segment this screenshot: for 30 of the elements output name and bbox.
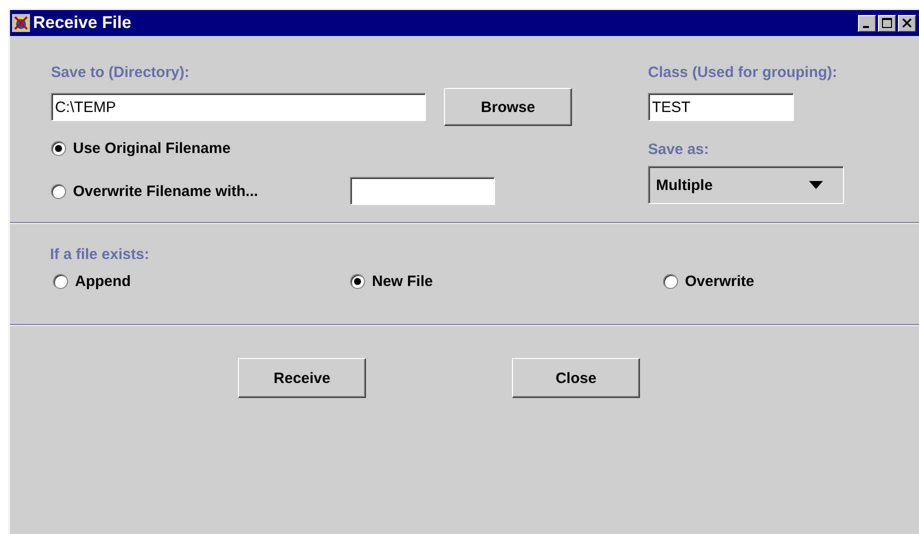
app-icon — [12, 14, 30, 32]
radio-button[interactable] — [51, 140, 66, 156]
radio-button[interactable] — [663, 274, 678, 288]
save-as-dropdown[interactable]: Multiple — [648, 166, 844, 204]
close-button[interactable] — [898, 14, 916, 32]
radio-button[interactable] — [51, 184, 66, 198]
radio-label[interactable]: Overwrite — [685, 272, 754, 290]
class-label: Class (Used for grouping): — [648, 64, 838, 80]
radio-label[interactable]: New File — [372, 272, 433, 290]
minimize-icon — [863, 26, 869, 28]
radio-label[interactable]: Overwrite Filename with... — [73, 182, 332, 200]
radio-label[interactable]: Append — [75, 272, 131, 290]
window-title: Receive File — [33, 13, 132, 33]
maximize-button[interactable] — [878, 14, 896, 32]
save-as-label: Save as: — [648, 141, 710, 158]
filename-field[interactable] — [350, 177, 495, 205]
radio-button[interactable] — [350, 274, 365, 288]
class-field[interactable]: TEST — [648, 93, 794, 121]
close-icon — [901, 17, 913, 29]
dropdown-arrow-icon — [809, 181, 823, 189]
radio-label[interactable]: Use Original Filename — [73, 140, 231, 156]
if-exists-label: If a file exists: — [50, 246, 150, 263]
browse-button[interactable]: Browse — [444, 88, 572, 126]
radio-button[interactable] — [53, 274, 68, 288]
dialog-button[interactable]: Receive — [238, 358, 366, 398]
directory-label: Save to (Directory): — [51, 64, 190, 80]
minimize-button[interactable] — [858, 14, 876, 32]
dialog-button[interactable]: Close — [512, 358, 640, 398]
maximize-icon — [881, 17, 893, 29]
directory-field[interactable]: C:\TEMP — [51, 93, 426, 121]
